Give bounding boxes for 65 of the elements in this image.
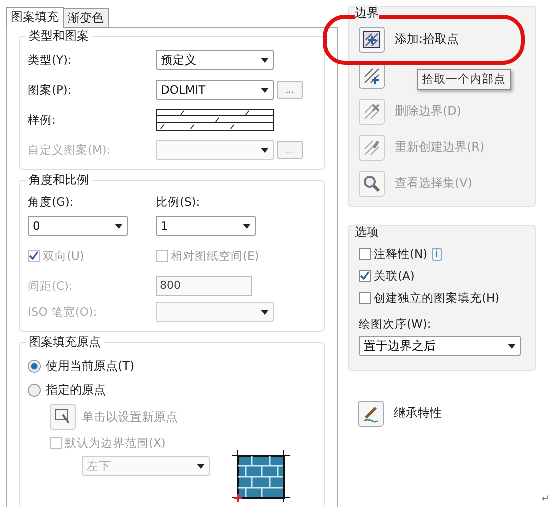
caret-icon (508, 344, 516, 348)
group-title: 图案填充原点 (26, 334, 104, 351)
inherit-button[interactable] (358, 400, 384, 426)
checkbox-label: 注释性(N) (374, 246, 428, 262)
group-title: 类型和图案 (26, 28, 92, 45)
search-icon (363, 174, 381, 192)
caret-icon (261, 88, 269, 92)
button-label: 查看选择集(V) (395, 175, 473, 192)
radio-label: 使用当前原点(T) (46, 358, 135, 374)
cursor-icon (55, 409, 71, 425)
tab[interactable]: 渐变色 (63, 8, 109, 28)
group-title: 选项 (355, 224, 379, 241)
radio-label: 指定的原点 (46, 382, 106, 398)
check-icon (29, 251, 39, 261)
checkbox[interactable] (359, 270, 371, 282)
browse-button[interactable]: ... (277, 81, 303, 99)
tab[interactable]: 图案填充 (6, 7, 64, 28)
button-label: 重新创建边界(R) (395, 139, 485, 156)
button-label: 删除边界(D) (395, 103, 462, 120)
checkbox-label: 默认为边界范围(X) (65, 436, 166, 450)
dropdown[interactable]: 预定义 (156, 50, 274, 70)
caret-icon (261, 148, 269, 152)
dropdown[interactable]: 0 (28, 216, 128, 236)
group-title: 边界 (355, 5, 379, 22)
button-label: 继承特性 (394, 405, 442, 422)
dropdown[interactable]: 1 (156, 216, 256, 236)
pattern-swatch[interactable] (156, 109, 274, 131)
dropdown[interactable]: DOLMIT (156, 80, 274, 100)
checkbox[interactable] (359, 292, 371, 304)
dropdown[interactable]: 置于边界之后 (359, 336, 521, 356)
brick-wall-icon (232, 450, 290, 502)
field-label: 图案(P): (28, 82, 73, 98)
boundary-button[interactable] (359, 26, 385, 52)
checkbox-label: 关联(A) (374, 268, 415, 284)
radio-button[interactable] (28, 360, 41, 372)
brush-icon (362, 404, 380, 422)
hatch-icon (363, 138, 381, 156)
checkbox-label: 相对图纸空间(E) (171, 248, 260, 264)
caret-icon (243, 224, 251, 228)
paragraph-mark: ↵ (542, 494, 550, 505)
checkbox-label: 双向(U) (43, 248, 84, 264)
radio-button[interactable] (28, 384, 41, 396)
field-label: 间距(C): (28, 278, 74, 294)
checkbox-label: 创建独立的图案填充(H) (374, 290, 500, 306)
button-label: 单击以设置新原点 (82, 408, 178, 426)
hatch-icon (363, 102, 381, 120)
check-icon (360, 271, 370, 281)
checkbox[interactable] (359, 248, 371, 260)
field-label: 绘图次序(W): (359, 316, 432, 332)
field-label: 角度(G): (28, 194, 75, 210)
hatch-icon (363, 66, 381, 84)
caret-icon (115, 224, 123, 228)
caret-icon (261, 310, 269, 314)
field-label: 自定义图案(M): (28, 142, 112, 158)
field-label: 类型(Y): (28, 52, 73, 68)
button-label: 添加:拾取点 (395, 31, 460, 48)
field-label: 比例(S): (156, 194, 202, 210)
info-button[interactable]: i (432, 248, 442, 260)
group-title: 角度和比例 (26, 172, 92, 189)
field-label: 样例: (28, 112, 57, 128)
field-label: ISO 笔宽(O): (28, 304, 98, 320)
caret-icon (197, 464, 205, 468)
pick-point-icon (363, 30, 381, 48)
tooltip: 拾取一个内部点 (417, 69, 511, 90)
caret-icon (261, 58, 269, 62)
